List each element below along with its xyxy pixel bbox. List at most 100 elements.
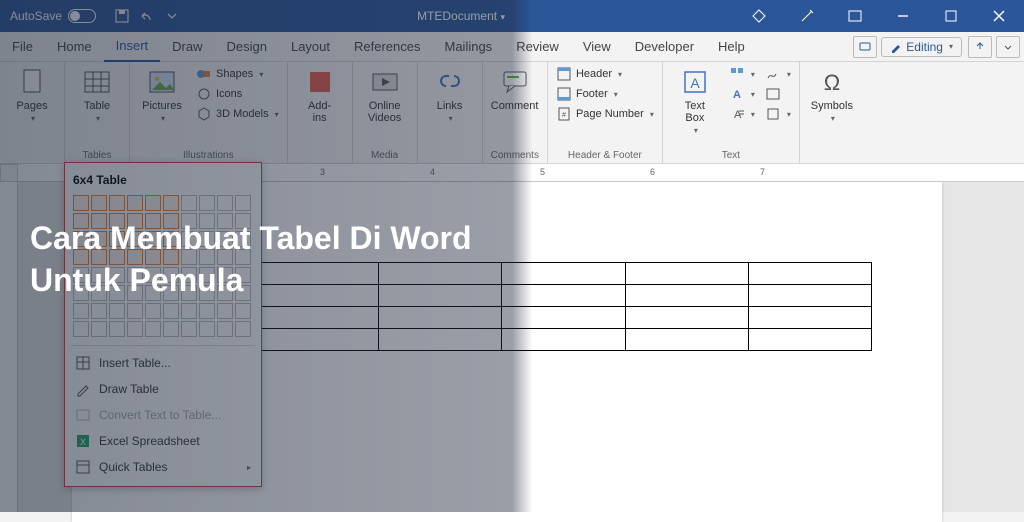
grid-cell[interactable] xyxy=(109,195,125,211)
grid-cell[interactable] xyxy=(217,303,233,319)
vertical-ruler[interactable] xyxy=(0,182,18,512)
grid-cell[interactable] xyxy=(235,321,251,337)
grid-cell[interactable] xyxy=(145,321,161,337)
signature-button[interactable]: ▾ xyxy=(765,66,791,82)
grid-cell[interactable] xyxy=(163,321,179,337)
table-cell[interactable] xyxy=(502,263,625,285)
document-title[interactable]: MTEDocument ▾ xyxy=(186,9,736,23)
tab-developer[interactable]: Developer xyxy=(623,32,706,62)
icons-button[interactable]: Icons xyxy=(196,86,279,102)
table-cell[interactable] xyxy=(625,285,748,307)
grid-cell[interactable] xyxy=(127,195,143,211)
wordart-button[interactable]: A▾ xyxy=(729,86,755,102)
grid-cell[interactable] xyxy=(181,303,197,319)
addins-button[interactable]: Add- ins xyxy=(296,66,344,124)
grid-cell[interactable] xyxy=(145,195,161,211)
minimize-icon[interactable] xyxy=(880,0,926,32)
grid-cell[interactable] xyxy=(109,321,125,337)
tab-selector[interactable] xyxy=(0,164,18,182)
grid-cell[interactable] xyxy=(73,303,89,319)
comments-mini-icon[interactable] xyxy=(853,36,877,58)
close-icon[interactable] xyxy=(976,0,1022,32)
table-cell[interactable] xyxy=(748,307,871,329)
table-cell[interactable] xyxy=(625,263,748,285)
grid-cell[interactable] xyxy=(109,303,125,319)
table-cell[interactable] xyxy=(748,263,871,285)
tab-home[interactable]: Home xyxy=(45,32,104,62)
table-cell[interactable] xyxy=(256,329,379,351)
grid-cell[interactable] xyxy=(235,195,251,211)
footer-button[interactable]: Footer▾ xyxy=(556,86,654,102)
text-box-button[interactable]: AText Box▾ xyxy=(671,66,719,135)
grid-cell[interactable] xyxy=(235,303,251,319)
header-button[interactable]: Header▾ xyxy=(556,66,654,82)
grid-cell[interactable] xyxy=(163,195,179,211)
tab-view[interactable]: View xyxy=(571,32,623,62)
models-button[interactable]: 3D Models▾ xyxy=(196,106,279,122)
insert-table-menu[interactable]: Insert Table... xyxy=(71,350,255,376)
table-cell[interactable] xyxy=(502,285,625,307)
grid-cell[interactable] xyxy=(91,321,107,337)
table-cell[interactable] xyxy=(625,329,748,351)
shapes-button[interactable]: Shapes▾ xyxy=(196,66,279,82)
online-videos-button[interactable]: Online Videos xyxy=(361,66,409,124)
quick-tables-menu[interactable]: Quick Tables▸ xyxy=(71,454,255,480)
table-cell[interactable] xyxy=(379,307,502,329)
symbols-button[interactable]: ΩSymbols▾ xyxy=(808,66,856,123)
grid-cell[interactable] xyxy=(217,321,233,337)
maximize-icon[interactable] xyxy=(928,0,974,32)
autosave-toggle[interactable]: AutoSave xyxy=(0,9,106,23)
table-cell[interactable] xyxy=(502,329,625,351)
tab-references[interactable]: References xyxy=(342,32,432,62)
grid-cell[interactable] xyxy=(127,321,143,337)
excel-spreadsheet-menu[interactable]: XExcel Spreadsheet xyxy=(71,428,255,454)
grid-cell[interactable] xyxy=(181,321,197,337)
grid-cell[interactable] xyxy=(127,303,143,319)
save-icon[interactable] xyxy=(114,8,130,24)
draw-table-menu[interactable]: Draw Table xyxy=(71,376,255,402)
tab-help[interactable]: Help xyxy=(706,32,757,62)
editing-mode[interactable]: Editing▾ xyxy=(881,37,962,57)
redo-dropdown-icon[interactable] xyxy=(162,8,178,24)
table-cell[interactable] xyxy=(748,285,871,307)
table-cell[interactable] xyxy=(379,329,502,351)
tab-mailings[interactable]: Mailings xyxy=(433,32,505,62)
comment-button[interactable]: Comment xyxy=(491,66,539,112)
window-icon[interactable] xyxy=(832,0,878,32)
object-button[interactable]: ▾ xyxy=(765,106,791,122)
grid-cell[interactable] xyxy=(73,321,89,337)
quick-parts-button[interactable]: ▾ xyxy=(729,66,755,82)
grid-cell[interactable] xyxy=(199,303,215,319)
tab-insert[interactable]: Insert xyxy=(104,32,161,62)
table-button[interactable]: Table▾ xyxy=(73,66,121,123)
grid-cell[interactable] xyxy=(91,303,107,319)
datetime-button[interactable] xyxy=(765,86,791,102)
tab-review[interactable]: Review xyxy=(504,32,571,62)
grid-cell[interactable] xyxy=(181,195,197,211)
table-cell[interactable] xyxy=(625,307,748,329)
grid-cell[interactable] xyxy=(199,195,215,211)
grid-cell[interactable] xyxy=(145,303,161,319)
links-button[interactable]: Links▾ xyxy=(426,66,474,123)
grid-cell[interactable] xyxy=(73,195,89,211)
grid-cell[interactable] xyxy=(91,195,107,211)
table-cell[interactable] xyxy=(502,307,625,329)
dropcap-button[interactable]: A▾ xyxy=(729,106,755,122)
diamond-icon[interactable] xyxy=(736,0,782,32)
table-cell[interactable] xyxy=(256,307,379,329)
tab-file[interactable]: File xyxy=(0,32,45,62)
chevron-down-icon[interactable] xyxy=(996,36,1020,58)
share-icon[interactable] xyxy=(968,36,992,58)
pictures-button[interactable]: Pictures▾ xyxy=(138,66,186,123)
table-cell[interactable] xyxy=(748,329,871,351)
tab-draw[interactable]: Draw xyxy=(160,32,214,62)
tab-layout[interactable]: Layout xyxy=(279,32,342,62)
tab-design[interactable]: Design xyxy=(215,32,279,62)
grid-cell[interactable] xyxy=(217,195,233,211)
undo-icon[interactable] xyxy=(138,8,154,24)
grid-cell[interactable] xyxy=(163,303,179,319)
page-number-button[interactable]: #Page Number▾ xyxy=(556,106,654,122)
grid-cell[interactable] xyxy=(199,321,215,337)
pages-button[interactable]: Pages▾ xyxy=(8,66,56,123)
wand-icon[interactable] xyxy=(784,0,830,32)
